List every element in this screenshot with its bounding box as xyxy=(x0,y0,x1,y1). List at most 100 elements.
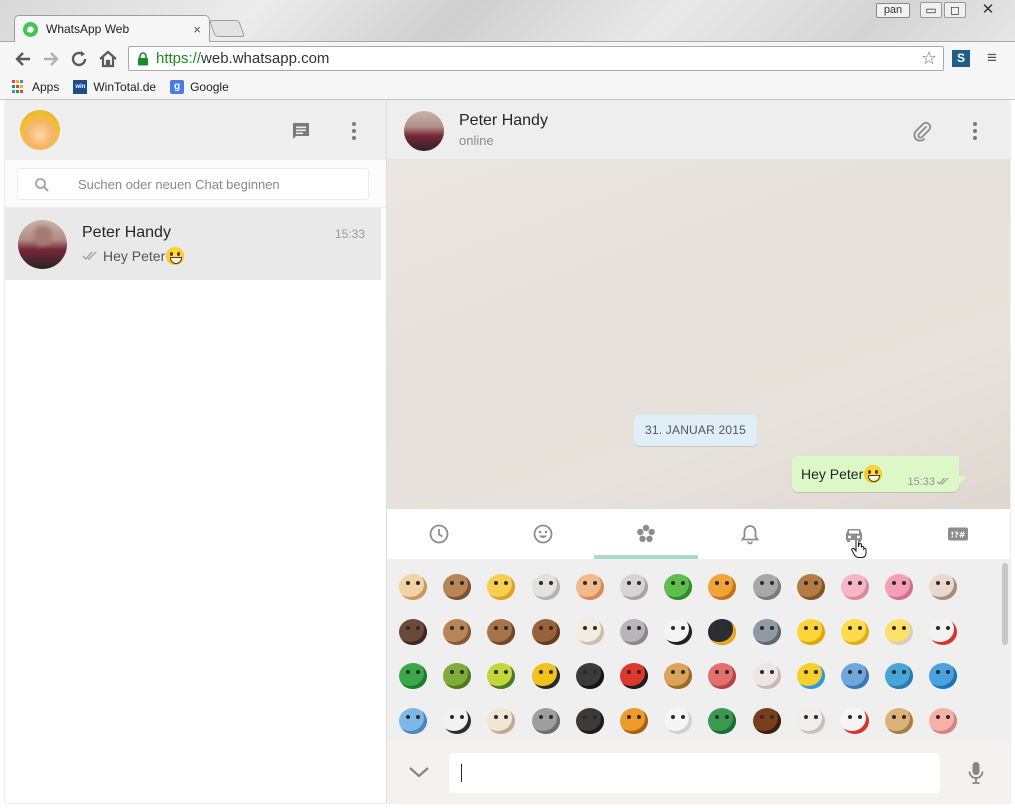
profile-badge[interactable]: pan xyxy=(876,3,910,18)
reload-icon[interactable] xyxy=(68,48,90,70)
emoji-octopus[interactable] xyxy=(704,658,740,694)
bookmark-wintotal[interactable]: win WinTotal.de xyxy=(73,79,156,94)
emoji-tiger-2[interactable] xyxy=(616,703,652,739)
emoji-chicken[interactable] xyxy=(925,614,961,650)
attach-paperclip-icon[interactable] xyxy=(911,120,933,142)
message-input[interactable] xyxy=(449,753,940,793)
forward-arrow-icon[interactable] xyxy=(40,48,62,70)
emoji-turtle[interactable] xyxy=(439,658,475,694)
chevron-down-icon[interactable] xyxy=(407,764,431,780)
emoji-ant[interactable] xyxy=(572,658,608,694)
emoji-whale-2[interactable] xyxy=(395,703,431,739)
new-chat-icon[interactable] xyxy=(290,120,312,142)
whatsapp-app: Peter Handy 15:33 Hey Peter Peter Handy … xyxy=(5,101,1010,803)
emoji-cat[interactable] xyxy=(483,569,519,605)
chat-list-item[interactable]: Peter Handy 15:33 Hey Peter xyxy=(5,208,381,280)
home-icon[interactable] xyxy=(97,48,119,70)
emoji-bug[interactable] xyxy=(483,658,519,694)
emoji-monkey[interactable] xyxy=(439,614,475,650)
outgoing-message[interactable]: Hey Peter 15:33 xyxy=(792,456,967,492)
message-composer xyxy=(387,742,1010,803)
address-bar[interactable]: https://web.whatsapp.com ☆ xyxy=(128,46,944,71)
emoji-dog-2[interactable] xyxy=(881,703,917,739)
emoji-boar[interactable] xyxy=(395,614,431,650)
emoji-ladybug[interactable] xyxy=(616,658,652,694)
search-box[interactable] xyxy=(17,168,369,200)
emoji-rabbit-2[interactable] xyxy=(660,703,696,739)
tab-nature[interactable] xyxy=(594,509,867,559)
emoji-cow[interactable] xyxy=(925,569,961,605)
tab-objects[interactable] xyxy=(698,509,802,559)
emoji-panda[interactable] xyxy=(660,614,696,650)
emoji-pig-2[interactable] xyxy=(925,703,961,739)
car-icon xyxy=(846,529,862,542)
contact-header-avatar[interactable] xyxy=(404,111,444,151)
emoji-scrollbar[interactable] xyxy=(1002,563,1008,645)
emoji-hatching-chick[interactable] xyxy=(881,614,917,650)
conversation-menu-dots-icon[interactable] xyxy=(964,120,986,142)
emoji-hamster[interactable] xyxy=(572,569,608,605)
bookmark-apps[interactable]: Apps xyxy=(12,79,59,94)
emoji-tiger[interactable] xyxy=(704,569,740,605)
tab-people[interactable] xyxy=(491,509,595,559)
emoji-penguin[interactable] xyxy=(704,614,740,650)
minimize-window-icon[interactable]: ▭ xyxy=(920,2,942,18)
emoji-bird[interactable] xyxy=(749,614,785,650)
emoji-elephant[interactable] xyxy=(616,614,652,650)
menu-dots-icon[interactable] xyxy=(343,120,365,142)
emoji-cow-2[interactable] xyxy=(439,703,475,739)
extension-icon[interactable]: S xyxy=(952,50,970,67)
tab-places[interactable] xyxy=(802,509,906,559)
contact-name[interactable]: Peter Handy xyxy=(459,112,548,130)
emoji-pig[interactable] xyxy=(837,569,873,605)
emoji-goat[interactable] xyxy=(793,703,829,739)
emoji-koala[interactable] xyxy=(749,569,785,605)
emoji-rooster[interactable] xyxy=(837,703,873,739)
emoji-whale[interactable] xyxy=(925,658,961,694)
bookmark-star-icon[interactable]: ☆ xyxy=(921,49,937,68)
emoji-dragon[interactable] xyxy=(704,703,740,739)
new-tab-button[interactable] xyxy=(208,20,246,37)
conversation-pane: Peter Handy online 31. JANUAR 2015 Hey P… xyxy=(387,101,1010,803)
emoji-frog[interactable] xyxy=(660,569,696,605)
my-avatar[interactable] xyxy=(20,110,60,150)
maximize-window-icon[interactable]: ◻ xyxy=(944,2,966,18)
emoji-sheep[interactable] xyxy=(572,614,608,650)
search-input[interactable] xyxy=(78,169,358,199)
emoji-fish[interactable] xyxy=(837,658,873,694)
emoji-bee[interactable] xyxy=(528,658,564,694)
emoji-dog[interactable] xyxy=(395,569,431,605)
emoji-baby-chick[interactable] xyxy=(837,614,873,650)
emoji-rabbit[interactable] xyxy=(616,569,652,605)
emoji-pig-nose[interactable] xyxy=(881,569,917,605)
emoji-wolf[interactable] xyxy=(439,569,475,605)
tab-title: WhatsApp Web xyxy=(46,22,130,36)
emoji-snake[interactable] xyxy=(395,658,431,694)
close-window-icon[interactable]: ✕ xyxy=(970,2,1006,18)
emoji-chick[interactable] xyxy=(793,614,829,650)
microphone-icon[interactable] xyxy=(968,761,984,785)
tab-recent[interactable] xyxy=(387,509,491,559)
emoji-bear[interactable] xyxy=(793,569,829,605)
emoji-rat[interactable] xyxy=(528,703,564,739)
emoji-shell[interactable] xyxy=(749,658,785,694)
bookmark-google[interactable]: g Google xyxy=(170,79,229,94)
message-text: Hey Peter xyxy=(801,466,864,482)
emoji-dolphin[interactable] xyxy=(881,658,917,694)
emoji-monkey-2[interactable] xyxy=(483,614,519,650)
browser-menu-icon[interactable]: ≡ xyxy=(984,49,1000,67)
emoji-ram[interactable] xyxy=(483,703,519,739)
emoji-tropical-fish[interactable] xyxy=(793,658,829,694)
emoji-mouse[interactable] xyxy=(528,569,564,605)
emoji-racehorse[interactable] xyxy=(749,703,785,739)
back-arrow-icon[interactable] xyxy=(12,48,34,70)
chat-last-message: Hey Peter xyxy=(82,247,185,265)
browser-tab-whatsapp[interactable]: WhatsApp Web × xyxy=(14,15,210,42)
tab-symbols[interactable]: !?# xyxy=(906,509,1010,559)
emoji-horse[interactable] xyxy=(528,614,564,650)
emoji-snail[interactable] xyxy=(660,658,696,694)
message-area[interactable]: 31. JANUAR 2015 Hey Peter 15:33 xyxy=(387,160,1010,509)
double-tick-icon xyxy=(936,477,949,485)
emoji-water-buffalo[interactable] xyxy=(572,703,608,739)
tab-close-icon[interactable]: × xyxy=(193,23,201,36)
